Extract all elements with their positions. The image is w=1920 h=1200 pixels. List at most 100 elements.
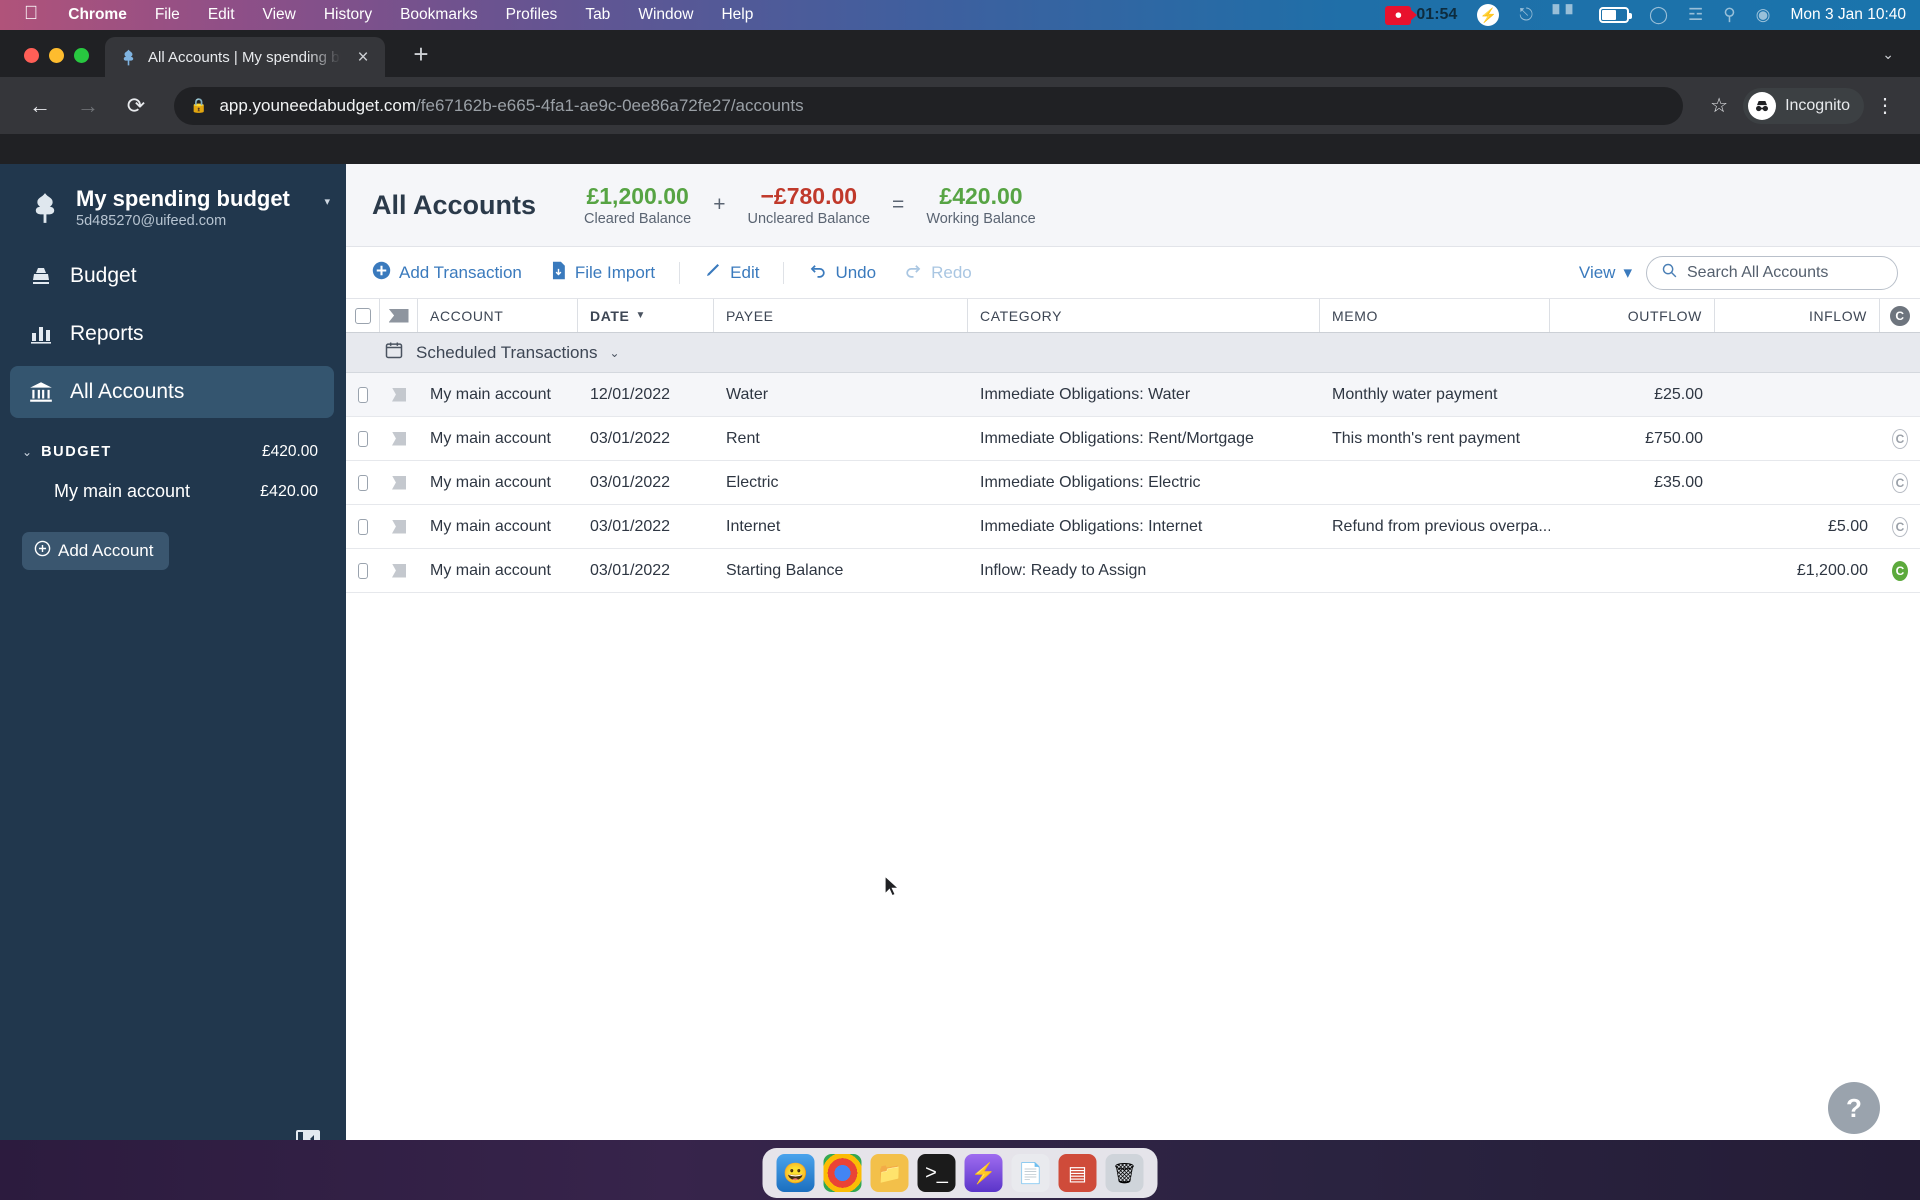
- view-dropdown[interactable]: View ▾: [1579, 263, 1632, 283]
- cell-cleared[interactable]: [1880, 373, 1920, 416]
- trash-icon[interactable]: 🗑: [1105, 1154, 1144, 1192]
- chevron-down-icon[interactable]: ⌄: [1882, 46, 1920, 77]
- wifi-icon[interactable]: ◯: [1649, 5, 1668, 25]
- menu-item-bookmarks[interactable]: Bookmarks: [386, 6, 492, 24]
- menu-item-edit[interactable]: Edit: [194, 6, 249, 24]
- bluetooth-off-icon[interactable]: ⎋: [1519, 5, 1532, 25]
- incognito-label: Incognito: [1785, 96, 1850, 114]
- menu-item-file[interactable]: File: [141, 6, 194, 24]
- screen-recording-indicator[interactable]: ⏺ 01:54: [1385, 5, 1457, 25]
- cell-cleared[interactable]: C: [1880, 549, 1920, 592]
- undo-button[interactable]: Undo: [794, 261, 890, 285]
- cell-cleared[interactable]: C: [1880, 505, 1920, 548]
- edit-button[interactable]: Edit: [690, 261, 773, 284]
- row-checkbox[interactable]: [346, 461, 380, 504]
- apple-logo-icon[interactable]: : [18, 4, 54, 26]
- cell-cleared[interactable]: C: [1880, 461, 1920, 504]
- incognito-indicator[interactable]: Incognito: [1743, 87, 1864, 124]
- menu-item-window[interactable]: Window: [624, 6, 707, 24]
- row-flag[interactable]: [380, 417, 418, 460]
- files-icon[interactable]: 📁: [870, 1154, 909, 1192]
- control-center-icon[interactable]: ☲: [1688, 5, 1703, 25]
- row-checkbox[interactable]: [346, 549, 380, 592]
- bolt-icon[interactable]: ⚡: [1477, 4, 1500, 26]
- menu-item-profiles[interactable]: Profiles: [492, 6, 572, 24]
- menu-item-tab[interactable]: Tab: [571, 6, 624, 24]
- new-tab-button[interactable]: +: [407, 41, 435, 67]
- flag-column-header[interactable]: [380, 299, 418, 332]
- notes-icon[interactable]: 📄: [1011, 1154, 1050, 1192]
- row-flag[interactable]: [380, 373, 418, 416]
- address-bar[interactable]: 🔒 app.youneedabudget.com/fe67162b-e665-4…: [174, 86, 1684, 125]
- menu-bar-clock[interactable]: Mon 3 Jan 10:40: [1791, 6, 1906, 24]
- table-row[interactable]: My main account 03/01/2022 Starting Bala…: [346, 549, 1920, 593]
- bolt-icon[interactable]: ⚡: [964, 1154, 1003, 1192]
- search-icon[interactable]: ⚲: [1723, 5, 1735, 25]
- redo-button[interactable]: Redo: [890, 261, 986, 285]
- add-transaction-button[interactable]: Add Transaction: [372, 261, 536, 285]
- cell-outflow: £35.00: [1654, 473, 1703, 491]
- chrome-menu-icon[interactable]: ⋮: [1868, 93, 1902, 118]
- browser-tab[interactable]: All Accounts | My spending bu ×: [105, 37, 385, 77]
- close-tab-icon[interactable]: ×: [351, 48, 375, 67]
- budget-selector[interactable]: My spending budget 5d485270@uifeed.com ▾: [0, 164, 346, 247]
- maximize-window-button[interactable]: [74, 48, 89, 63]
- row-flag[interactable]: [380, 505, 418, 548]
- header-memo[interactable]: MEMO: [1320, 299, 1550, 332]
- back-button[interactable]: ←: [18, 84, 62, 128]
- keyboard-brightness-icon[interactable]: ▘▘: [1553, 5, 1579, 25]
- sidebar-account-item[interactable]: My main account £420.00: [0, 473, 346, 510]
- menu-item-view[interactable]: View: [249, 6, 310, 24]
- table-row[interactable]: My main account 03/01/2022 Internet Imme…: [346, 505, 1920, 549]
- finder-icon[interactable]: 😀: [776, 1154, 815, 1192]
- cell-date: 03/01/2022: [590, 561, 671, 579]
- help-button[interactable]: ?: [1828, 1082, 1880, 1134]
- forward-button[interactable]: →: [66, 84, 110, 128]
- sidebar-item-budget[interactable]: Budget: [0, 250, 334, 302]
- menu-item-chrome[interactable]: Chrome: [54, 6, 141, 24]
- chevron-down-icon[interactable]: ⌄: [609, 346, 619, 360]
- chrome-icon[interactable]: [823, 1154, 862, 1192]
- battery-icon[interactable]: [1598, 7, 1632, 23]
- cleared-icon: C: [1892, 516, 1908, 537]
- row-checkbox[interactable]: [346, 417, 380, 460]
- add-account-button[interactable]: Add Account: [22, 532, 170, 571]
- menu-item-help[interactable]: Help: [707, 6, 767, 24]
- bookmark-star-icon[interactable]: ☆: [1699, 93, 1739, 118]
- sidebar-item-reports[interactable]: Reports: [0, 308, 334, 360]
- table-row[interactable]: My main account 03/01/2022 Electric Imme…: [346, 461, 1920, 505]
- menu-item-history[interactable]: History: [310, 6, 386, 24]
- scheduled-transactions-group[interactable]: Scheduled Transactions ⌄: [346, 333, 1920, 373]
- header-cleared[interactable]: C: [1880, 299, 1920, 332]
- select-all-checkbox[interactable]: [346, 299, 380, 332]
- cell-account: My main account: [430, 429, 551, 447]
- sidebar-item-all-accounts[interactable]: All Accounts: [10, 366, 334, 419]
- chevron-down-icon[interactable]: ▾: [324, 195, 330, 220]
- edit-label: Edit: [730, 262, 760, 282]
- header-payee[interactable]: PAYEE: [714, 299, 968, 332]
- row-flag[interactable]: [380, 549, 418, 592]
- reload-button[interactable]: ⟳: [114, 84, 158, 128]
- checkbox: [358, 430, 368, 447]
- search-input[interactable]: Search All Accounts: [1646, 255, 1898, 290]
- row-flag[interactable]: [380, 461, 418, 504]
- close-window-button[interactable]: [24, 48, 39, 63]
- minimize-window-button[interactable]: [49, 48, 64, 63]
- siri-icon[interactable]: ◉: [1756, 5, 1771, 25]
- file-import-button[interactable]: File Import: [536, 261, 669, 285]
- row-checkbox[interactable]: [346, 373, 380, 416]
- terminal-icon[interactable]: >_: [917, 1154, 956, 1192]
- screenshot-icon[interactable]: ▤: [1058, 1154, 1097, 1192]
- row-checkbox[interactable]: [346, 505, 380, 548]
- sidebar-account-name: My main account: [54, 481, 191, 502]
- header-date[interactable]: DATE ▼: [578, 299, 714, 332]
- table-row[interactable]: My main account 03/01/2022 Rent Immediat…: [346, 417, 1920, 461]
- sidebar-section-budget[interactable]: ⌄ BUDGET £420.00: [0, 421, 346, 473]
- header-category[interactable]: CATEGORY: [968, 299, 1320, 332]
- chevron-down-icon[interactable]: ⌄: [22, 445, 32, 459]
- table-row[interactable]: My main account 12/01/2022 Water Immedia…: [346, 373, 1920, 417]
- header-outflow[interactable]: OUTFLOW: [1550, 299, 1715, 332]
- header-inflow[interactable]: INFLOW: [1715, 299, 1880, 332]
- header-account[interactable]: ACCOUNT: [418, 299, 578, 332]
- cell-cleared[interactable]: C: [1880, 417, 1920, 460]
